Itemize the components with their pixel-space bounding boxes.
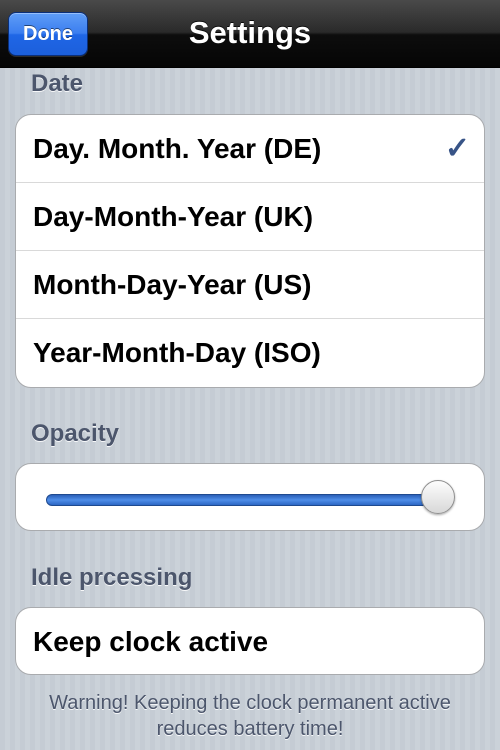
- date-option-label: Year-Month-Day (ISO): [33, 337, 321, 368]
- date-option-label: Month-Day-Year (US): [33, 269, 312, 300]
- keep-clock-active-label: Keep clock active: [33, 626, 269, 657]
- opacity-slider-track[interactable]: [46, 494, 438, 506]
- date-section-header: Date: [31, 70, 84, 97]
- opacity-slider-group: [15, 463, 485, 531]
- keep-clock-active-row[interactable]: Keep clock active: [16, 608, 484, 674]
- opacity-section-header: Opacity: [31, 420, 120, 447]
- date-option-uk[interactable]: Day-Month-Year (UK): [16, 183, 484, 251]
- date-option-us[interactable]: Month-Day-Year (US): [16, 251, 484, 319]
- checkmark-icon: ✓: [444, 132, 470, 165]
- date-option-iso[interactable]: Year-Month-Day (ISO): [16, 319, 484, 387]
- navigation-bar: Settings Done: [0, 0, 500, 68]
- date-option-de[interactable]: Day. Month. Year (DE) ✓: [16, 115, 484, 183]
- done-button[interactable]: Done: [8, 12, 88, 56]
- idle-section-header: Idle prcessing: [31, 564, 193, 591]
- idle-processing-group: Keep clock active: [15, 607, 485, 675]
- date-option-label: Day-Month-Year (UK): [33, 201, 314, 232]
- date-format-group: Day. Month. Year (DE) ✓ Day-Month-Year (…: [15, 114, 485, 388]
- opacity-slider-thumb[interactable]: [421, 480, 455, 514]
- date-option-label: Day. Month. Year (DE): [33, 133, 322, 164]
- battery-warning-text: Warning! Keeping the clock permanent act…: [49, 692, 451, 740]
